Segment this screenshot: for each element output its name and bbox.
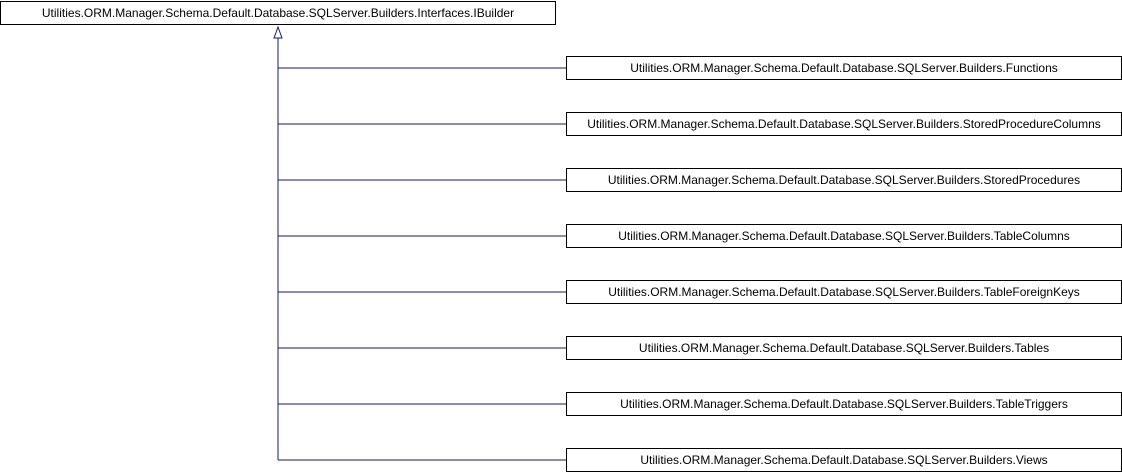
inheritance-edges — [273, 25, 566, 461]
inheritance-arrowhead — [273, 25, 283, 39]
derived-class-label: Utilities.ORM.Manager.Schema.Default.Dat… — [639, 341, 1049, 355]
derived-class-node-functions[interactable]: Utilities.ORM.Manager.Schema.Default.Dat… — [566, 56, 1122, 80]
derived-class-node-tables[interactable]: Utilities.ORM.Manager.Schema.Default.Dat… — [566, 336, 1122, 360]
derived-class-label: Utilities.ORM.Manager.Schema.Default.Dat… — [618, 229, 1070, 243]
derived-class-label: Utilities.ORM.Manager.Schema.Default.Dat… — [608, 285, 1080, 299]
derived-class-label: Utilities.ORM.Manager.Schema.Default.Dat… — [608, 173, 1080, 187]
derived-class-node-stored-procedure-columns[interactable]: Utilities.ORM.Manager.Schema.Default.Dat… — [566, 112, 1122, 136]
derived-class-label: Utilities.ORM.Manager.Schema.Default.Dat… — [587, 117, 1101, 131]
base-class-label: Utilities.ORM.Manager.Schema.Default.Dat… — [42, 6, 514, 20]
base-class-node[interactable]: Utilities.ORM.Manager.Schema.Default.Dat… — [0, 1, 556, 25]
derived-class-label: Utilities.ORM.Manager.Schema.Default.Dat… — [620, 397, 1068, 411]
derived-class-node-table-triggers[interactable]: Utilities.ORM.Manager.Schema.Default.Dat… — [566, 392, 1122, 416]
derived-class-node-stored-procedures[interactable]: Utilities.ORM.Manager.Schema.Default.Dat… — [566, 168, 1122, 192]
derived-class-node-table-columns[interactable]: Utilities.ORM.Manager.Schema.Default.Dat… — [566, 224, 1122, 248]
derived-class-node-views[interactable]: Utilities.ORM.Manager.Schema.Default.Dat… — [566, 448, 1122, 472]
inheritance-diagram: Utilities.ORM.Manager.Schema.Default.Dat… — [0, 1, 1122, 472]
derived-class-label: Utilities.ORM.Manager.Schema.Default.Dat… — [630, 61, 1058, 75]
derived-class-label: Utilities.ORM.Manager.Schema.Default.Dat… — [640, 453, 1047, 467]
derived-class-node-table-foreign-keys[interactable]: Utilities.ORM.Manager.Schema.Default.Dat… — [566, 280, 1122, 304]
